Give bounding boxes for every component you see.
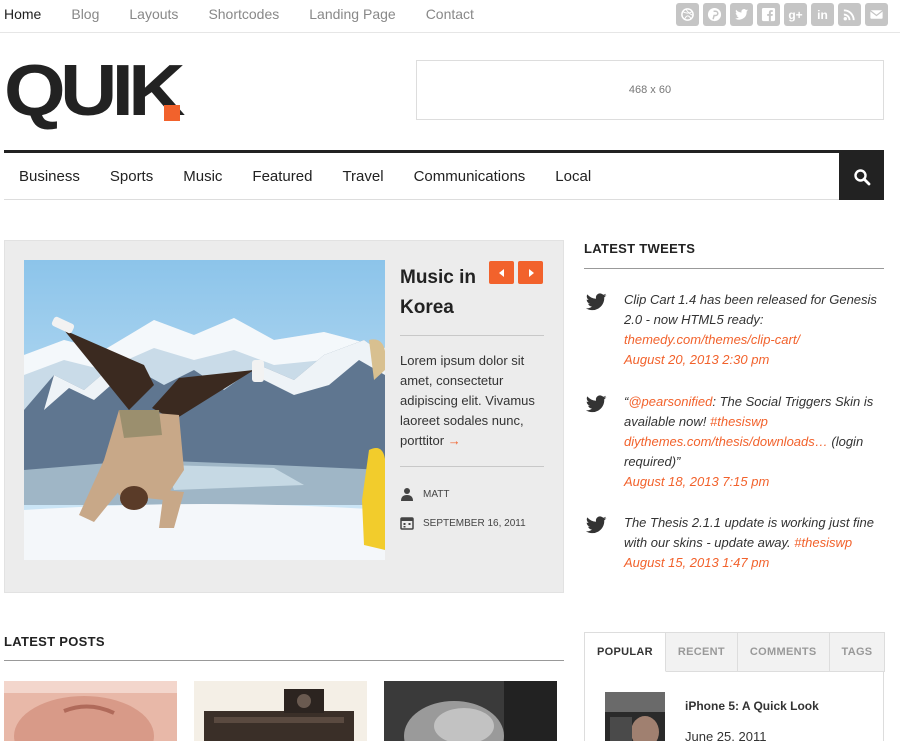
divider <box>584 268 884 269</box>
search-icon <box>853 168 870 185</box>
featured-title-line2: Korea <box>400 297 454 318</box>
logo-text: QUIK <box>4 51 186 131</box>
email-icon[interactable] <box>865 3 888 26</box>
post-date: SEPTEMBER 16, 2011 <box>400 516 526 530</box>
google-plus-icon[interactable]: g+ <box>784 3 807 26</box>
tweet-body: Clip Cart 1.4 has been released for Gene… <box>624 292 877 327</box>
tweet-date[interactable]: August 20, 2013 2:30 pm <box>624 350 886 370</box>
nav-business[interactable]: Business <box>19 168 80 185</box>
featured-excerpt: Lorem ipsum dolor sit amet, consectetur … <box>400 351 550 451</box>
calendar-icon <box>400 517 414 530</box>
featured-title-line1: Music in <box>400 267 477 288</box>
divider <box>400 335 544 336</box>
linkedin-icon[interactable]: in <box>811 3 834 26</box>
topnav-layouts[interactable]: Layouts <box>129 6 178 22</box>
tweet-text: The Thesis 2.1.1 update is working just … <box>624 513 886 573</box>
tab-tags[interactable]: TAGS <box>829 632 886 672</box>
tab-recent[interactable]: RECENT <box>665 632 738 672</box>
topnav-shortcodes[interactable]: Shortcodes <box>208 6 279 22</box>
search-button[interactable] <box>839 153 884 200</box>
twitter-icon[interactable] <box>730 3 753 26</box>
tabs-widget: POPULAR RECENT COMMENTS TAGS <box>584 632 886 672</box>
user-icon <box>401 488 413 501</box>
tweet-text: “@pearsonified: The Social Triggers Skin… <box>624 392 886 492</box>
ad-banner[interactable]: 468 x 60 <box>416 60 884 120</box>
pinterest-icon[interactable] <box>703 3 726 26</box>
read-more-arrow[interactable]: → <box>448 433 461 448</box>
tweet-hashtag[interactable]: #thesiswp <box>710 414 768 429</box>
twitter-bird-icon <box>585 395 607 413</box>
nav-sports[interactable]: Sports <box>110 168 153 185</box>
arrow-left-icon <box>498 268 504 277</box>
popular-post-thumbnail[interactable] <box>605 692 665 741</box>
social-links: g+ in <box>676 3 888 26</box>
next-slide-button[interactable] <box>518 261 543 284</box>
logo-dot <box>164 105 180 121</box>
post-author: MATT <box>400 487 449 501</box>
author-name[interactable]: MATT <box>423 489 449 500</box>
post-thumbnail[interactable] <box>194 681 367 741</box>
nav-communications[interactable]: Communications <box>414 168 526 185</box>
dribbble-icon[interactable] <box>676 3 699 26</box>
nav-local[interactable]: Local <box>555 168 591 185</box>
popular-post-title[interactable]: iPhone 5: A Quick Look <box>685 699 819 713</box>
tab-panel-popular: iPhone 5: A Quick Look June 25, 2011 <box>584 671 884 741</box>
twitter-bird-icon <box>585 516 607 534</box>
nav-music[interactable]: Music <box>183 168 222 185</box>
top-bar: Home Blog Layouts Shortcodes Landing Pag… <box>0 0 900 33</box>
ad-size-label: 468 x 60 <box>628 84 672 96</box>
tweet-link[interactable]: themedy.com/themes/clip-cart/ <box>624 332 800 347</box>
latest-tweets-heading: LATEST TWEETS <box>584 241 696 256</box>
topnav-blog[interactable]: Blog <box>71 6 99 22</box>
topnav-landing-page[interactable]: Landing Page <box>309 6 395 22</box>
slider-controls <box>489 261 543 284</box>
excerpt-text: Lorem ipsum dolor sit amet, consectetur … <box>400 353 535 448</box>
tweet-link[interactable]: diythemes.com/thesis/downloads… <box>624 434 828 449</box>
featured-slider: Music in Korea Lorem ipsum dolor sit ame… <box>4 240 564 593</box>
topnav-home[interactable]: Home <box>4 6 41 22</box>
divider <box>400 466 544 467</box>
tweet-text: Clip Cart 1.4 has been released for Gene… <box>624 290 886 370</box>
facebook-icon[interactable] <box>757 3 780 26</box>
prev-slide-button[interactable] <box>489 261 514 284</box>
featured-title[interactable]: Music in Korea <box>400 263 500 323</box>
tweet-hashtag[interactable]: #thesiswp <box>794 535 852 550</box>
topnav-contact[interactable]: Contact <box>426 6 474 22</box>
arrow-right-icon <box>528 268 534 277</box>
tab-popular[interactable]: POPULAR <box>584 632 666 672</box>
nav-featured[interactable]: Featured <box>252 168 312 185</box>
date-text: SEPTEMBER 16, 2011 <box>423 517 526 529</box>
rss-icon[interactable] <box>838 3 861 26</box>
top-navigation: Home Blog Layouts Shortcodes Landing Pag… <box>4 6 504 22</box>
post-thumbnail[interactable] <box>384 681 557 741</box>
post-thumbnail[interactable] <box>4 681 177 741</box>
site-logo[interactable]: QUIK <box>4 55 186 127</box>
divider <box>4 660 564 661</box>
twitter-bird-icon <box>585 293 607 311</box>
tweet-date[interactable]: August 15, 2013 1:47 pm <box>624 553 886 573</box>
latest-posts-heading: LATEST POSTS <box>4 634 105 649</box>
featured-image[interactable] <box>24 260 385 560</box>
tweet-mention[interactable]: @pearsonified <box>628 394 712 409</box>
main-navigation: Business Sports Music Featured Travel Co… <box>4 150 884 200</box>
nav-travel[interactable]: Travel <box>342 168 383 185</box>
popular-post-date: June 25, 2011 <box>685 729 767 741</box>
tweet-date[interactable]: August 18, 2013 7:15 pm <box>624 472 886 492</box>
tab-comments[interactable]: COMMENTS <box>737 632 830 672</box>
